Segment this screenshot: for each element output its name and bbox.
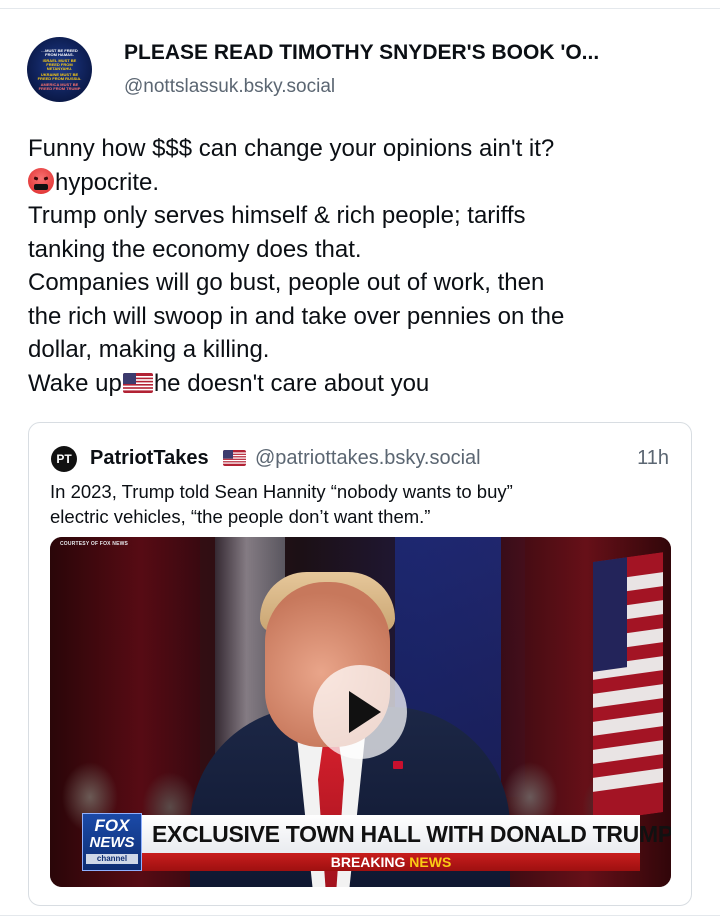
quote-post-card[interactable]: PT PatriotTakes @patriottakes.bsky.socia…	[28, 422, 692, 906]
post-line-text: Wake up	[28, 369, 122, 397]
quote-text-line: electric vehicles, “the people don’t wan…	[50, 506, 431, 527]
post-line: tanking the economy does that.	[28, 235, 362, 263]
author-display-name[interactable]: PLEASE READ TIMOTHY SNYDER'S BOOK 'O...	[124, 40, 704, 66]
play-icon	[349, 691, 381, 733]
post-line-text: hypocrite.	[55, 168, 160, 196]
post-line: Funny how $$$ can change your opinions a…	[28, 135, 555, 162]
top-divider	[0, 8, 720, 9]
post-line-text: he doesn't care about you	[153, 369, 430, 397]
quote-text-line: In 2023, Trump told Sean Hannity “nobody…	[50, 481, 513, 502]
post-line: Companies will go bust, people out of wo…	[28, 269, 545, 296]
author-handle[interactable]: @nottslassuk.bsky.social	[124, 75, 335, 99]
post-line: Trump only serves himself & rich people;…	[28, 202, 526, 229]
news-text: NEWS	[409, 854, 452, 870]
quote-author-handle[interactable]: @patriottakes.bsky.social	[255, 445, 481, 471]
post-line: Wake up he doesn't care about you	[28, 367, 703, 401]
quote-timestamp[interactable]: 11h	[637, 445, 669, 471]
video-player[interactable]: COURTESY OF FOX NEWS FOX NEWS channel EX…	[50, 537, 671, 887]
post-line: hypocrite.	[28, 166, 703, 200]
video-headline: EXCLUSIVE TOWN HALL WITH DONALD TRUMP	[142, 815, 671, 853]
quote-author-name[interactable]: PatriotTakes	[90, 445, 209, 471]
video-speaker	[393, 761, 403, 769]
quote-text: In 2023, Trump told Sean Hannity “nobody…	[50, 479, 670, 529]
avatar-line: AMERICA MUST BE FREED FROM TRUMP	[38, 81, 81, 91]
breaking-news-banner: BREAKING NEWS	[142, 853, 640, 871]
logo-channel-text: channel	[86, 854, 138, 864]
avatar-line: UKRAINE MUST BE FREED FROM RUSSIA.	[37, 71, 82, 81]
post-text: Funny how $$$ can change your opinions a…	[28, 132, 703, 400]
fox-news-logo: FOX NEWS channel	[82, 813, 142, 871]
logo-fox-text: FOX	[94, 816, 130, 835]
us-flag-icon	[223, 450, 246, 466]
breaking-text: BREAKING	[330, 854, 406, 870]
video-courtesy-text: COURTESY OF FOX NEWS	[60, 541, 129, 547]
quote-author-avatar[interactable]: PT	[51, 446, 77, 472]
avatar-line: …MUST BE FREED FROM HAMAS.	[41, 47, 78, 57]
avatar-line: ISRAEL MUST BE FREED FROM NETANYAHU.	[42, 57, 77, 71]
logo-news-text: NEWS	[89, 834, 135, 851]
angry-face-emoji-icon	[28, 167, 54, 194]
us-flag-emoji-icon	[122, 372, 153, 393]
bottom-divider	[0, 915, 720, 916]
post-line: the rich will swoop in and take over pen…	[28, 302, 565, 330]
post-line: dollar, making a killing.	[28, 336, 270, 363]
video-flag-graphic	[593, 552, 663, 822]
author-avatar[interactable]: …MUST BE FREED FROM HAMAS. ISRAEL MUST B…	[27, 37, 92, 102]
play-button[interactable]	[313, 665, 407, 759]
